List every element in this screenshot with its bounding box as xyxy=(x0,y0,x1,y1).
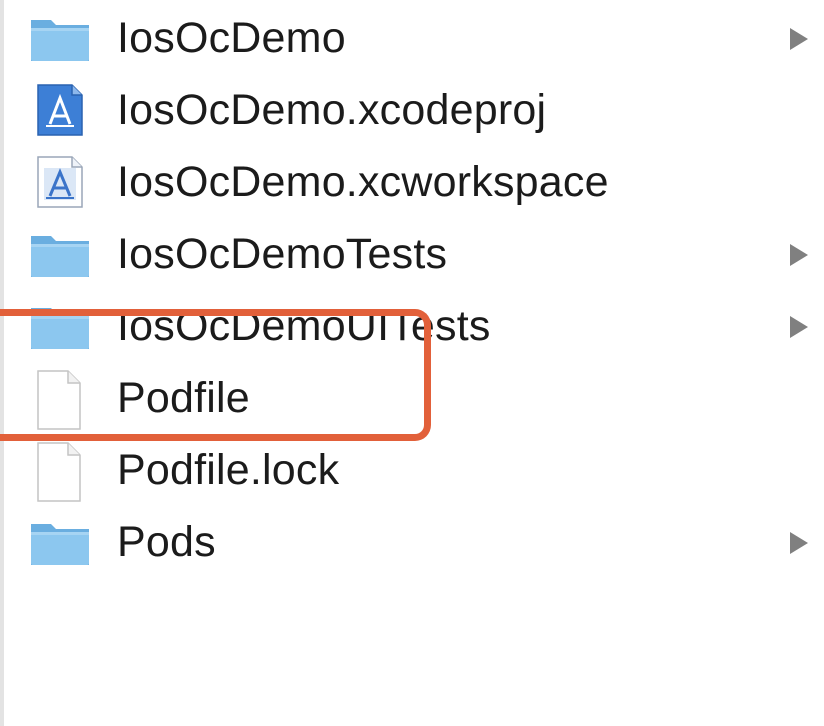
item-label: IosOcDemo.xcworkspace xyxy=(117,158,609,206)
item-label: IosOcDemo xyxy=(117,14,346,62)
xcworkspace-icon xyxy=(28,156,92,208)
xcodeproj-icon xyxy=(28,84,92,136)
item-label: Pods xyxy=(117,518,216,566)
disclosure-triangle-icon[interactable] xyxy=(786,530,812,556)
folder-icon xyxy=(28,232,92,280)
list-item-iosocdemo[interactable]: IosOcDemo xyxy=(0,2,824,74)
finder-column-view: IosOcDemo IosOcDemo.xcodeproj IosOcDemo.… xyxy=(0,0,824,726)
list-item-iosocdemotests[interactable]: IosOcDemoTests xyxy=(0,218,824,290)
list-item-iosocdemo-xcworkspace[interactable]: IosOcDemo.xcworkspace xyxy=(0,146,824,218)
list-item-iosocdemo-xcodeproj[interactable]: IosOcDemo.xcodeproj xyxy=(0,74,824,146)
disclosure-triangle-icon[interactable] xyxy=(786,314,812,340)
item-label: Podfile.lock xyxy=(117,446,340,494)
disclosure-triangle-icon[interactable] xyxy=(786,26,812,52)
folder-icon xyxy=(28,16,92,64)
disclosure-triangle-icon[interactable] xyxy=(786,242,812,268)
item-label: IosOcDemo.xcodeproj xyxy=(117,86,547,134)
item-label: IosOcDemoTests xyxy=(117,230,448,278)
list-item-pods[interactable]: Pods xyxy=(0,506,824,578)
folder-icon xyxy=(28,520,92,568)
document-icon xyxy=(28,442,92,502)
list-item-podfile-lock[interactable]: Podfile.lock xyxy=(0,434,824,506)
highlight-annotation-box xyxy=(0,309,431,441)
